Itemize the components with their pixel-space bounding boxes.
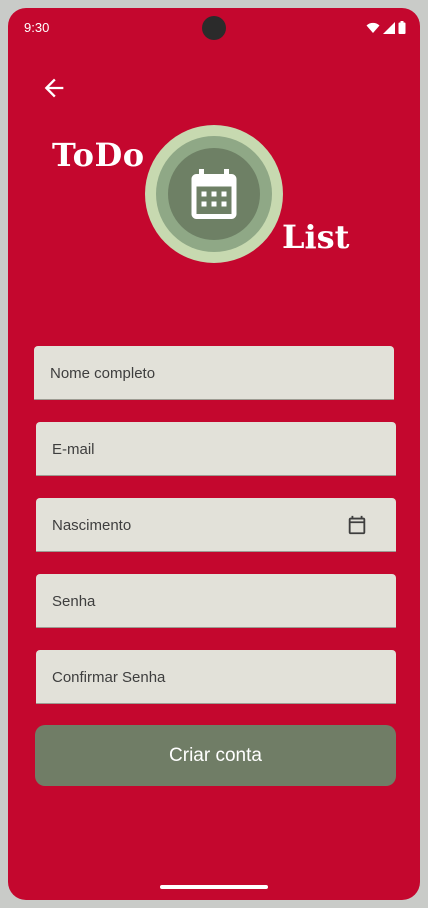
password-field[interactable]: Senha (36, 574, 396, 628)
camera-cutout (202, 16, 226, 40)
birth-date-field[interactable]: Nascimento (36, 498, 396, 552)
birth-date-placeholder: Nascimento (52, 517, 132, 534)
status-icons (366, 21, 406, 34)
full-name-field[interactable]: Nome completo (34, 346, 394, 400)
logo-text-list: List (282, 218, 350, 256)
wifi-icon (366, 22, 380, 33)
calendar-icon (191, 169, 237, 219)
confirm-password-field[interactable]: Confirmar Senha (36, 650, 396, 704)
logo-badge (168, 148, 260, 240)
status-bar: 9:30 (8, 8, 420, 48)
cellular-signal-icon (383, 21, 395, 34)
logo-text-todo: ToDo (52, 136, 145, 174)
email-field[interactable]: E-mail (36, 422, 396, 476)
calendar-icon[interactable] (346, 514, 368, 536)
back-button[interactable] (36, 70, 72, 106)
status-time: 9:30 (24, 20, 50, 35)
arrow-back-icon (44, 78, 64, 98)
email-placeholder: E-mail (52, 441, 95, 458)
password-placeholder: Senha (52, 593, 96, 610)
create-account-button[interactable]: Criar conta (35, 725, 396, 786)
full-name-placeholder: Nome completo (50, 365, 156, 382)
confirm-password-placeholder: Confirmar Senha (52, 669, 166, 686)
battery-icon (398, 21, 406, 34)
app-screen: 9:30 ToDo List Nome completo E-mail Nasc… (8, 8, 420, 900)
home-indicator[interactable] (160, 885, 268, 889)
